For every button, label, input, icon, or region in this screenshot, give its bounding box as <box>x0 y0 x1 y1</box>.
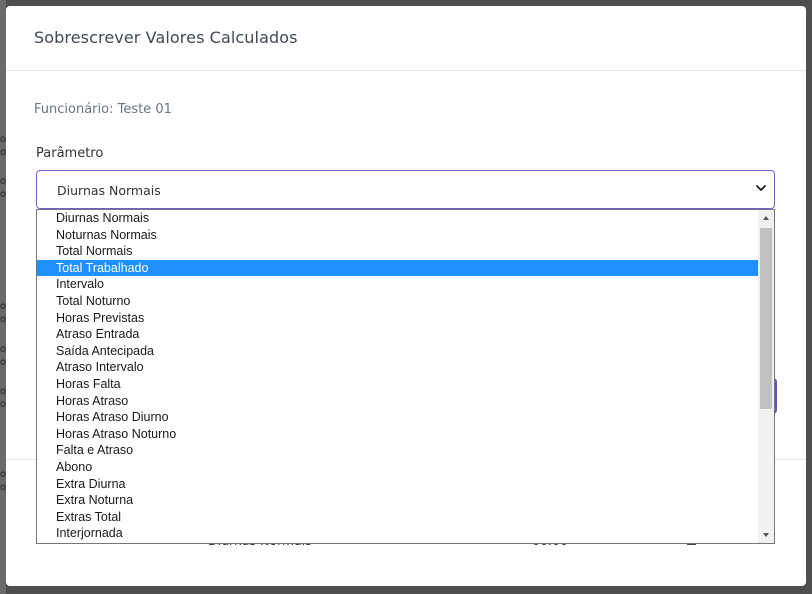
dropdown-option[interactable]: Extra Diurna <box>37 476 758 493</box>
dropdown-option[interactable]: Atraso Intervalo <box>37 359 758 376</box>
parameter-select-value: Diurnas Normais <box>57 183 161 198</box>
dropdown-option[interactable]: Abono <box>37 459 758 476</box>
modal-header: Sobrescrever Valores Calculados <box>6 6 806 71</box>
chevron-down-icon <box>756 185 766 191</box>
dropdown-option[interactable]: Horas Atraso Diurno <box>37 409 758 426</box>
dropdown-option[interactable]: Extras Total <box>37 509 758 526</box>
employee-label: Funcionário: Teste 01 <box>34 102 172 117</box>
dropdown-option[interactable]: Horas Previstas <box>37 310 758 327</box>
dropdown-option[interactable]: Atraso Entrada <box>37 326 758 343</box>
dropdown-option[interactable]: Noturnas Normais <box>37 227 758 244</box>
dropdown-option[interactable]: Horas Atraso Noturno <box>37 426 758 443</box>
parameter-select[interactable]: Diurnas Normais <box>36 170 775 209</box>
dropdown-options: Diurnas Normais Noturnas Normais Total N… <box>37 210 758 543</box>
parameter-dropdown-list[interactable]: Diurnas Normais Noturnas Normais Total N… <box>36 209 775 544</box>
scrollbar-thumb[interactable] <box>760 228 772 409</box>
dropdown-option[interactable]: Total Normais <box>37 243 758 260</box>
dropdown-option[interactable]: Interjornada <box>37 525 758 542</box>
dropdown-option[interactable]: Extra Noturna <box>37 492 758 509</box>
triangle-up-icon[interactable] <box>758 210 774 226</box>
dropdown-scrollbar[interactable] <box>758 210 774 543</box>
dropdown-option[interactable]: Total Noturno <box>37 293 758 310</box>
dropdown-option[interactable]: Horas Atraso <box>37 393 758 410</box>
parameter-label: Parâmetro <box>36 146 104 161</box>
dropdown-option[interactable]: Diurnas Normais <box>37 210 758 227</box>
modal-title: Sobrescrever Valores Calculados <box>34 28 298 47</box>
dropdown-option[interactable]: Intervalo <box>37 276 758 293</box>
dropdown-option-highlighted[interactable]: Total Trabalhado <box>37 259 758 277</box>
dropdown-option[interactable]: Horas Falta <box>37 376 758 393</box>
dropdown-option[interactable]: Saída Antecipada <box>37 343 758 360</box>
triangle-down-icon[interactable] <box>758 527 774 543</box>
dropdown-option[interactable]: Falta e Atraso <box>37 442 758 459</box>
